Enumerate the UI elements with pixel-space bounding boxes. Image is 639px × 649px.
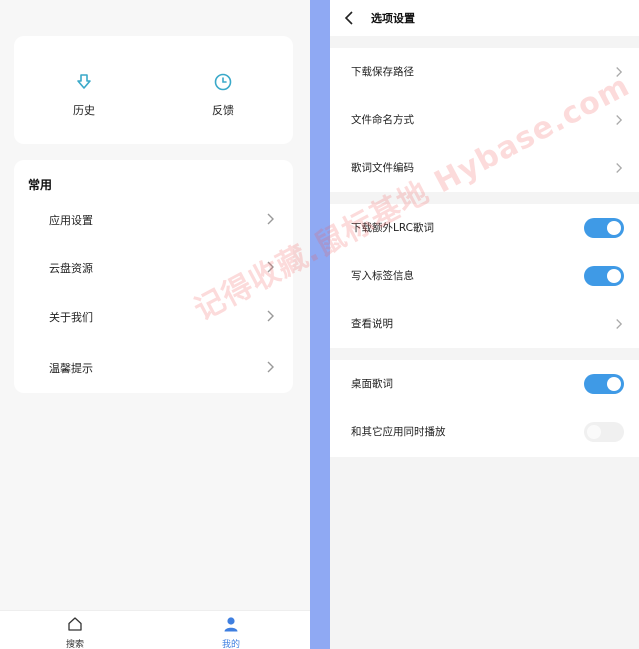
group-spacer: [330, 36, 639, 48]
chevron-right-icon: [267, 213, 274, 225]
setting-label: 写入标签信息: [351, 270, 414, 282]
toggle-knob: [607, 221, 621, 235]
setting-download-path[interactable]: 下载保存路径: [330, 48, 639, 96]
tab-label: 我的: [221, 640, 240, 649]
history-label: 历史: [73, 104, 95, 117]
toggle-knob: [607, 377, 621, 391]
menu-item-label: 关于我们: [49, 311, 93, 324]
bottom-tab-bar: 搜索 我的: [0, 610, 310, 649]
clock-icon: [214, 73, 232, 91]
section-title: 常用: [28, 178, 53, 192]
menu-item-cloud-resources[interactable]: 云盘资源: [14, 252, 293, 282]
menu-item-tips[interactable]: 温馨提示: [14, 352, 293, 382]
header: 选项设置: [330, 0, 639, 36]
setting-label: 下载保存路径: [351, 66, 414, 78]
setting-lyrics-encoding[interactable]: 歌词文件编码: [330, 144, 639, 192]
chevron-right-icon: [616, 319, 623, 329]
desktop-lyrics-toggle[interactable]: [584, 374, 624, 394]
setting-write-tags: 写入标签信息: [330, 252, 639, 300]
common-menu-card: 常用 应用设置 云盘资源 关于我们 温馨提示: [14, 160, 293, 393]
setting-label: 查看说明: [351, 318, 393, 330]
chevron-right-icon: [267, 310, 274, 322]
write-tags-toggle[interactable]: [584, 266, 624, 286]
setting-view-instructions[interactable]: 查看说明: [330, 300, 639, 348]
setting-file-naming[interactable]: 文件命名方式: [330, 96, 639, 144]
toggle-knob: [587, 425, 601, 439]
chevron-right-icon: [267, 261, 274, 273]
setting-label: 和其它应用同时播放: [351, 426, 446, 438]
setting-label: 歌词文件编码: [351, 162, 414, 174]
history-button[interactable]: 历史: [44, 72, 124, 118]
tab-label: 搜索: [65, 640, 84, 649]
profile-panel: 历史 反馈 常用 应用设置 云盘资源 关于我们 温馨提示 搜索 我的: [0, 0, 310, 649]
menu-item-app-settings[interactable]: 应用设置: [14, 204, 293, 234]
options-settings-panel: 选项设置 下载保存路径 文件命名方式 歌词文件编码 下载额外LRC歌词 写入标签…: [330, 0, 639, 649]
feedback-button[interactable]: 反馈: [183, 72, 263, 118]
group-spacer: [330, 348, 639, 360]
tab-search[interactable]: 搜索: [45, 616, 105, 649]
setting-label: 文件命名方式: [351, 114, 414, 126]
chevron-right-icon: [616, 163, 623, 173]
chevron-right-icon: [267, 361, 274, 373]
setting-desktop-lyrics: 桌面歌词: [330, 360, 639, 408]
menu-item-about-us[interactable]: 关于我们: [14, 301, 293, 331]
setting-label: 下载额外LRC歌词: [351, 222, 434, 234]
back-arrow-icon[interactable]: [344, 10, 354, 26]
panel-divider: [310, 0, 330, 649]
setting-play-with-other-apps: 和其它应用同时播放: [330, 408, 639, 456]
extra-lrc-toggle[interactable]: [584, 218, 624, 238]
user-icon: [224, 617, 238, 632]
download-arrow-icon: [77, 74, 91, 89]
page-title: 选项设置: [371, 12, 415, 25]
play-with-other-apps-toggle[interactable]: [584, 422, 624, 442]
menu-item-label: 云盘资源: [49, 262, 93, 275]
chevron-right-icon: [616, 67, 623, 77]
tab-mine[interactable]: 我的: [201, 616, 261, 649]
toggle-knob: [607, 269, 621, 283]
menu-item-label: 应用设置: [49, 214, 93, 227]
quick-actions-card: 历史 反馈: [14, 36, 293, 144]
menu-item-label: 温馨提示: [49, 362, 93, 375]
setting-extra-lrc: 下载额外LRC歌词: [330, 204, 639, 252]
group-spacer: [330, 192, 639, 204]
feedback-label: 反馈: [212, 104, 234, 117]
setting-label: 桌面歌词: [351, 378, 393, 390]
chevron-right-icon: [616, 115, 623, 125]
empty-area: [330, 457, 639, 649]
home-icon: [68, 617, 82, 631]
